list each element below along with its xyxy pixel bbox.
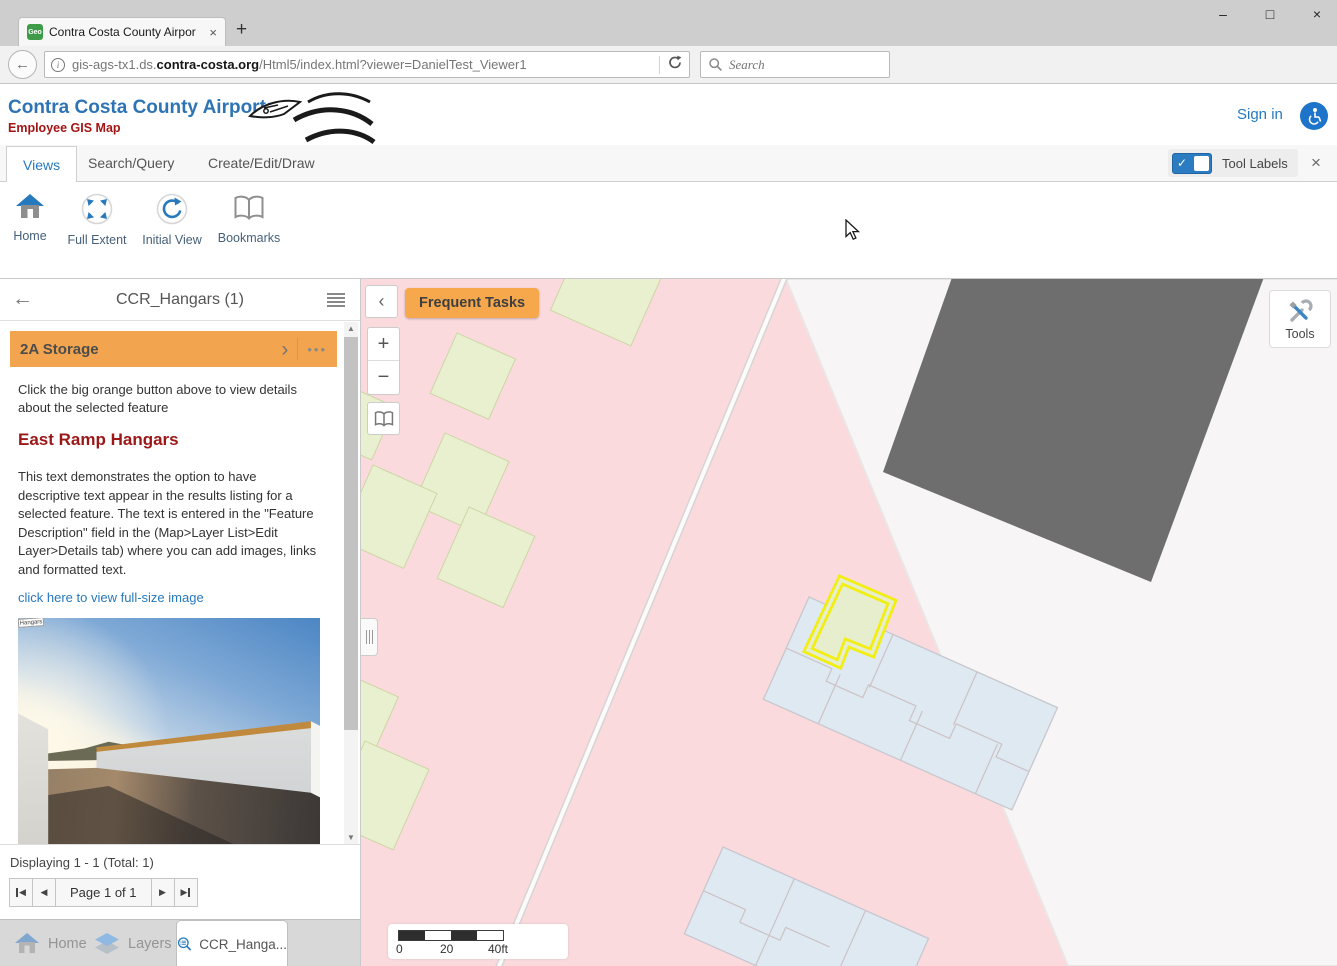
dock-tab-layers[interactable]: Layers	[94, 920, 172, 966]
check-icon: ✓	[1177, 156, 1187, 170]
tab-create-edit-draw[interactable]: Create/Edit/Draw	[208, 145, 315, 181]
results-panel-header: ← CCR_Hangars (1)	[0, 279, 360, 321]
map-bookmarks-button[interactable]	[367, 402, 400, 435]
app-header: Contra Costa County Airports Employee GI…	[0, 84, 1337, 145]
toolbar-home-button[interactable]: Home	[2, 192, 58, 243]
toolbar-bookmarks-button[interactable]: Bookmarks	[212, 192, 286, 245]
scroll-up-icon[interactable]: ▲	[344, 322, 358, 336]
initial-view-icon	[155, 192, 189, 226]
toolbar-full-extent-button[interactable]: Full Extent	[62, 192, 132, 247]
ribbon-tab-strip: Views Search/Query Create/Edit/Draw ✓ To…	[0, 145, 1337, 182]
tool-labels-toggle[interactable]: ✓	[1172, 153, 1212, 174]
first-page-button[interactable]: ◀	[9, 878, 33, 907]
chevron-right-icon[interactable]: ›	[281, 339, 288, 360]
next-page-button[interactable]: ▶	[151, 878, 175, 907]
panel-dock: Home Layers CCR_Hanga...	[0, 919, 360, 966]
reload-icon[interactable]	[667, 54, 683, 75]
sign-in-link[interactable]: Sign in	[1237, 106, 1283, 123]
app-toolbar: Home Full Extent Initial View Bookmarks	[0, 182, 1337, 279]
url-text: gis-ags-tx1.ds.contra-costa.org/Html5/in…	[72, 57, 652, 72]
search-box[interactable]	[700, 51, 890, 78]
dock-tab-home[interactable]: Home	[14, 920, 87, 966]
feature-photo: Hangars	[18, 618, 320, 845]
scroll-down-icon[interactable]: ▼	[344, 831, 358, 845]
window-minimize-button[interactable]: –	[1212, 6, 1234, 22]
dock-results-icon	[177, 932, 192, 956]
url-bar[interactable]: i gis-ags-tx1.ds.contra-costa.org/Html5/…	[44, 51, 690, 78]
accessibility-icon[interactable]	[1300, 102, 1328, 130]
results-panel: ← CCR_Hangars (1) 2A Storage › ••• Click…	[0, 279, 360, 966]
dock-tab-results-active[interactable]: CCR_Hanga...	[176, 920, 288, 966]
tab-close-icon[interactable]: ×	[209, 25, 217, 40]
map-collapse-button[interactable]: ‹	[365, 285, 398, 318]
tab-search-query[interactable]: Search/Query	[88, 145, 174, 181]
scalebar-bar	[398, 930, 504, 941]
page-indicator: Page 1 of 1	[55, 878, 152, 907]
full-extent-icon	[80, 192, 114, 226]
back-button[interactable]: ←	[8, 50, 37, 79]
frequent-tasks-button[interactable]: Frequent Tasks	[405, 288, 539, 318]
browser-titlebar: Geo Contra Costa County Airpor × + – □ ×	[0, 0, 1337, 46]
app-subtitle: Employee GIS Map	[8, 121, 121, 135]
last-page-button[interactable]: ▶	[174, 878, 198, 907]
prev-page-button[interactable]: ◀	[32, 878, 56, 907]
results-scrollbar[interactable]: ▲ ▼	[344, 322, 358, 845]
map-zoom-out-button[interactable]: −	[368, 361, 399, 394]
pagination: ◀ ◀ Page 1 of 1 ▶ ▶	[10, 878, 198, 907]
feature-title: 2A Storage	[20, 341, 272, 358]
map-canvas[interactable]	[361, 279, 1337, 966]
scrollbar-thumb[interactable]	[344, 337, 358, 730]
url-divider	[659, 56, 660, 74]
book-icon	[373, 409, 395, 429]
dock-layers-icon	[94, 932, 120, 956]
tools-button[interactable]: Tools	[1269, 290, 1331, 348]
search-input[interactable]	[729, 57, 859, 73]
mouse-cursor	[845, 219, 860, 246]
toolbar-initial-view-button[interactable]: Initial View	[134, 192, 210, 247]
tab-title: Contra Costa County Airpor	[49, 25, 203, 39]
map-container[interactable]: ‹ Frequent Tasks + − Tools 0 20 40ft	[360, 279, 1337, 966]
results-list: 2A Storage › ••• Click the big orange bu…	[0, 322, 360, 845]
feature-description: This text demonstrates the option to hav…	[18, 468, 318, 579]
scalebar-mid: 20	[440, 942, 453, 956]
feature-result-button[interactable]: 2A Storage › •••	[10, 331, 337, 367]
scalebar-end: 40ft	[488, 942, 508, 956]
bookmarks-book-icon	[232, 192, 266, 224]
map-scalebar: 0 20 40ft	[388, 924, 568, 959]
map-zoom-controls: + −	[367, 327, 400, 395]
tools-icon	[1286, 298, 1314, 324]
window-maximize-button[interactable]: □	[1259, 6, 1281, 22]
home-house-icon	[14, 192, 46, 222]
tool-labels-control: ✓ Tool Labels	[1168, 149, 1298, 177]
dock-home-icon	[14, 932, 40, 956]
results-status: Displaying 1 - 1 (Total: 1)	[10, 855, 154, 870]
ribbon-close-icon[interactable]: ×	[1311, 153, 1321, 173]
more-actions-icon[interactable]: •••	[307, 342, 327, 357]
tool-labels-label: Tool Labels	[1222, 156, 1288, 171]
feature-heading: East Ramp Hangars	[18, 430, 179, 450]
tab-views[interactable]: Views	[6, 146, 77, 182]
app-title: Contra Costa County Airports	[8, 97, 276, 119]
site-favicon-icon: Geo	[27, 24, 43, 40]
scalebar-start: 0	[396, 942, 403, 956]
panel-resize-grip[interactable]	[361, 618, 378, 656]
airport-logo	[244, 88, 376, 149]
browser-tab[interactable]: Geo Contra Costa County Airpor ×	[18, 17, 226, 46]
search-icon	[708, 57, 723, 72]
site-info-icon[interactable]: i	[51, 58, 65, 72]
feature-hint-text: Click the big orange button above to vie…	[18, 381, 312, 417]
full-size-image-link[interactable]: click here to view full-size image	[18, 590, 204, 605]
new-tab-button[interactable]: +	[236, 19, 247, 41]
tools-label: Tools	[1285, 327, 1314, 341]
window-close-button[interactable]: ×	[1306, 6, 1328, 22]
results-panel-title: CCR_Hangars (1)	[0, 279, 360, 321]
browser-navbar: ← i gis-ags-tx1.ds.contra-costa.org/Html…	[0, 46, 1337, 84]
results-list-icon[interactable]	[326, 292, 346, 313]
map-zoom-in-button[interactable]: +	[368, 328, 399, 361]
